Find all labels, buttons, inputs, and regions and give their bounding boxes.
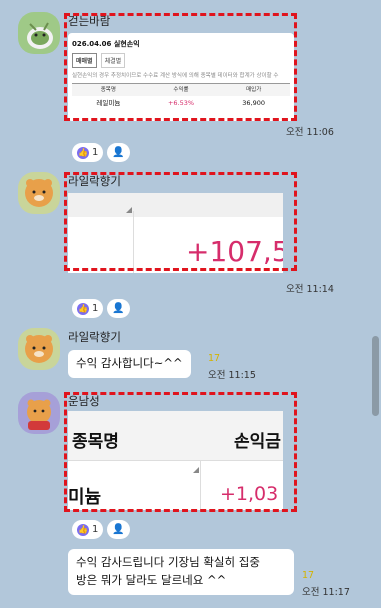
sender-name: 라일락향기: [68, 330, 121, 344]
unread-count: 17: [208, 353, 221, 364]
table-header: 종목명 수익률 매입가: [72, 83, 290, 96]
message-time: 오전 11:14: [286, 284, 334, 295]
lion-character-icon: [25, 335, 53, 363]
bubble-line: 방은 뭐가 달라도 달르네요 ^^: [76, 572, 227, 587]
header-pnl: 손익금: [234, 432, 281, 452]
person-icon: 👤: [112, 524, 125, 535]
message-time: 오전 11:17: [302, 587, 350, 598]
cell-rate: +6.53%: [167, 99, 195, 107]
reaction-bar: 👍 1 👤: [72, 143, 130, 162]
profile-avatar[interactable]: [18, 12, 60, 54]
bubble-line: 수익 감사드립니다 기장님 확실히 집중: [76, 555, 260, 569]
column-divider: [133, 211, 134, 273]
image-card-pnl[interactable]: 026.04.06 실현손익 매매별 체결별 실현손익의 경우 추정치이므로 수…: [68, 33, 294, 121]
person-icon: 👤: [112, 303, 125, 314]
card-note: 실현손익의 경우 추정치이므로 수수료 계산 방식에 의해 종목별 데이터와 합…: [72, 73, 279, 79]
profile-avatar[interactable]: [18, 172, 60, 214]
profit-value: +107,5: [186, 235, 283, 268]
reaction-members-button[interactable]: 👤: [107, 143, 130, 162]
like-reaction[interactable]: 👍 1: [72, 143, 104, 162]
message-time: 오전 11:06: [286, 127, 334, 138]
reaction-bar: 👍 1 👤: [72, 520, 130, 539]
unread-count: 17: [302, 570, 315, 581]
message-time: 오전 11:15: [208, 370, 256, 381]
sender-name: 걷는바람: [68, 14, 111, 28]
image-card-profit[interactable]: +107,5: [68, 193, 283, 273]
message-bubble[interactable]: 수익 감사드립니다 기장님 확실히 집중 방은 뭐가 달라도 달르네요 ^^: [68, 549, 294, 595]
corner-marker: [193, 467, 199, 473]
lion-character-icon: [27, 399, 51, 430]
header-stock: 종목명: [72, 432, 119, 452]
corner-marker: [126, 207, 132, 213]
column-divider: [200, 461, 201, 510]
reaction-members-button[interactable]: 👤: [107, 299, 130, 318]
person-icon: 👤: [112, 147, 125, 158]
profile-avatar[interactable]: [18, 392, 60, 434]
cell-price: 36,900: [242, 99, 266, 107]
thumbs-up-icon: 👍: [77, 523, 89, 536]
lion-character-icon: [25, 179, 53, 207]
image-card-pnl-detail[interactable]: 종목명 손익금 미늄 +1,03: [68, 411, 283, 510]
table-row: 레일미늄 +6.53% 36,900: [72, 97, 290, 110]
sender-name: 라일락향기: [68, 174, 121, 188]
reaction-count: 1: [92, 303, 99, 314]
character-icon: [27, 22, 53, 49]
tab-by-trade: 매매별: [72, 53, 97, 68]
thumbs-up-icon: 👍: [77, 146, 89, 159]
like-reaction[interactable]: 👍 1: [72, 520, 104, 539]
reaction-members-button[interactable]: 👤: [107, 520, 130, 539]
chat-window: 걷는바람 026.04.06 실현손익 매매별 체결별 실현손익의 경우 추정치…: [0, 0, 381, 608]
cell-stock: 레일미늄: [96, 99, 121, 107]
reaction-count: 1: [92, 147, 99, 158]
like-reaction[interactable]: 👍 1: [72, 299, 104, 318]
reaction-bar: 👍 1 👤: [72, 299, 130, 318]
header-price: 매입가: [246, 87, 262, 93]
header-stock: 종목명: [100, 87, 116, 93]
scrollbar-thumb[interactable]: [372, 336, 379, 416]
header-rate: 수익률: [173, 87, 189, 93]
tab-by-fill: 체결별: [100, 53, 126, 68]
card-title: 026.04.06 실현손익: [72, 40, 140, 48]
reaction-count: 1: [92, 524, 99, 535]
thumbs-up-icon: 👍: [77, 302, 89, 315]
card-header-strip: [68, 193, 283, 217]
sender-name: 운남성: [68, 394, 100, 408]
cell-pnl: +1,03: [220, 483, 279, 505]
profile-avatar[interactable]: [18, 328, 60, 370]
message-bubble[interactable]: 수익 감사합니다~^^: [68, 350, 191, 378]
cell-stock: 미늄: [68, 487, 102, 508]
